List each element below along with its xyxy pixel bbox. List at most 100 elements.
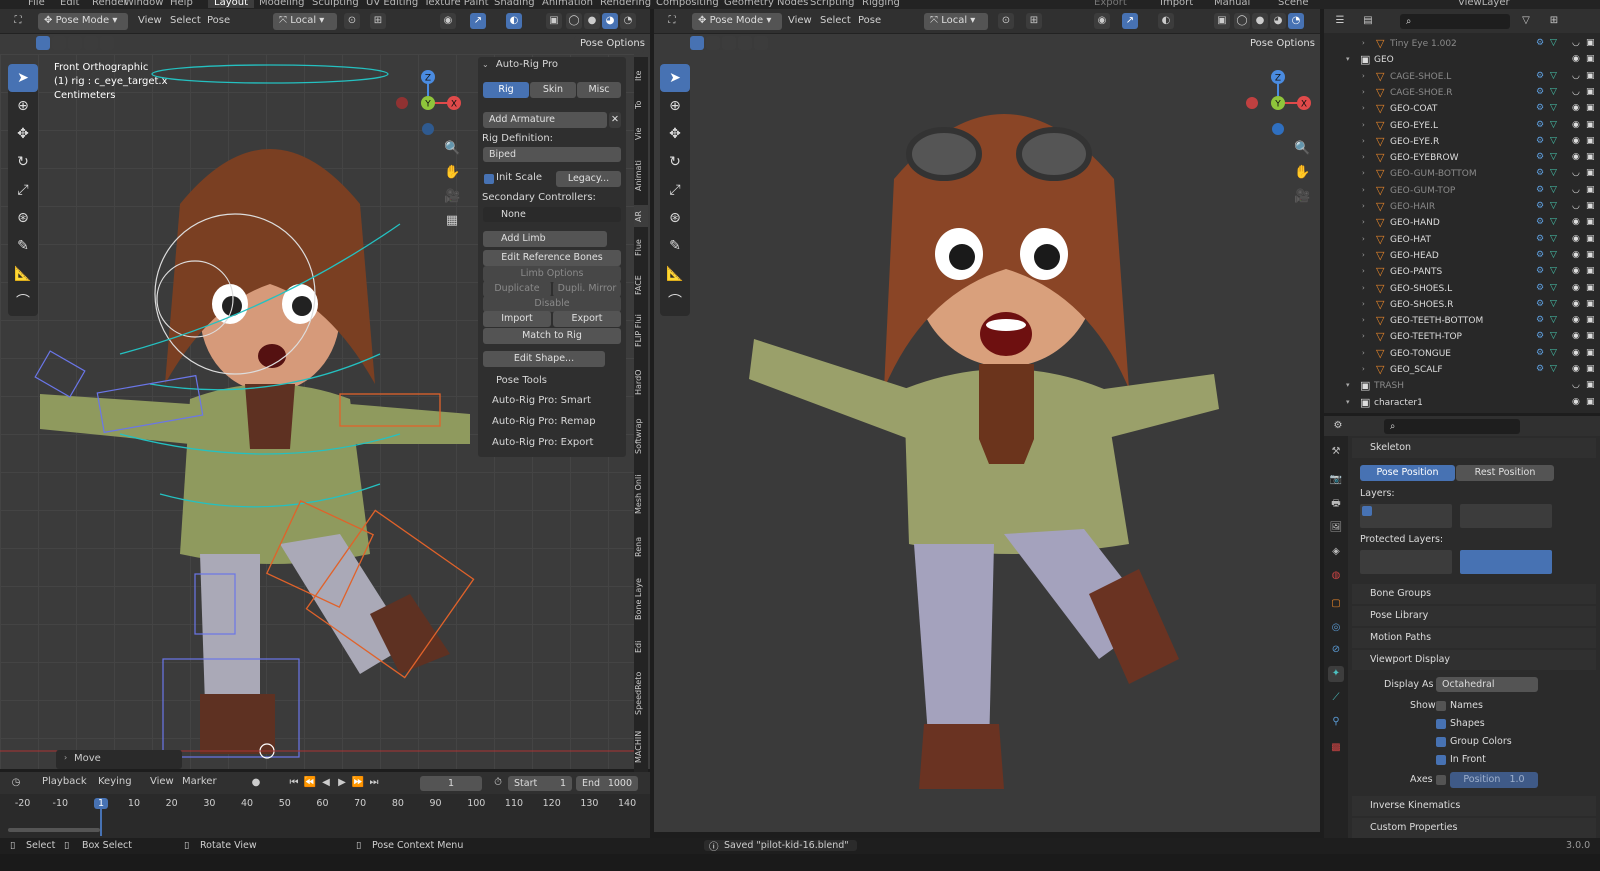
expand-triangle-icon[interactable]: ▾ bbox=[1346, 398, 1350, 406]
init-scale-checkbox[interactable] bbox=[484, 174, 494, 184]
camera-render-icon[interactable]: ▣ bbox=[1586, 168, 1595, 178]
eye-icon[interactable]: ◉ bbox=[1572, 348, 1580, 358]
cursor-tool-icon[interactable]: ⊕ bbox=[660, 92, 690, 120]
constraints-tab-icon[interactable]: ⊘ bbox=[1328, 642, 1344, 658]
editor-type-icon[interactable]: ⛶ bbox=[10, 13, 26, 29]
tab-machin3[interactable]: MACHIN bbox=[634, 725, 648, 769]
mode-dropdown[interactable]: ✥ Pose Mode ▾ bbox=[38, 13, 128, 30]
expand-triangle-icon[interactable]: › bbox=[1362, 186, 1365, 194]
tab-rendering[interactable]: Rendering bbox=[600, 0, 651, 8]
outliner-row[interactable]: › ▽ GEO-EYE.R ⚙ ▽ ◉ ▣ bbox=[1324, 135, 1600, 151]
shading-material-icon[interactable]: ◕ bbox=[602, 13, 618, 29]
eye-icon[interactable]: ◡ bbox=[1572, 71, 1580, 81]
rotate-tool-icon[interactable]: ↻ bbox=[660, 148, 690, 176]
tab-misc[interactable]: Misc bbox=[577, 82, 621, 98]
record-icon[interactable]: ● bbox=[248, 775, 264, 791]
tab-edit[interactable]: Edi bbox=[634, 633, 648, 661]
expand-triangle-icon[interactable]: › bbox=[1362, 316, 1365, 324]
scale-tool-icon[interactable]: ⤢ bbox=[660, 176, 690, 204]
pose-position-button[interactable]: Pose Position bbox=[1360, 465, 1455, 481]
clock-icon[interactable]: ⏱ bbox=[490, 775, 506, 791]
expand-triangle-icon[interactable]: › bbox=[1362, 169, 1365, 177]
layers-grid-left[interactable] bbox=[1360, 504, 1452, 528]
jump-end-icon[interactable]: ⏭ bbox=[366, 775, 382, 791]
expand-triangle-icon[interactable]: › bbox=[1362, 218, 1365, 226]
duplicate-button[interactable]: Duplicate bbox=[483, 281, 551, 297]
bone-groups-section[interactable]: Bone Groups bbox=[1352, 584, 1596, 604]
snap-icon[interactable]: ⊞ bbox=[1026, 13, 1042, 29]
eye-icon[interactable]: ◉ bbox=[1572, 299, 1580, 309]
eye-icon[interactable]: ◉ bbox=[1572, 331, 1580, 341]
eye-icon[interactable]: ◉ bbox=[1572, 283, 1580, 293]
overlay-icon[interactable]: ◐ bbox=[506, 13, 522, 29]
camera-render-icon[interactable]: ▣ bbox=[1586, 315, 1595, 325]
eye-icon[interactable]: ◡ bbox=[1572, 168, 1580, 178]
outliner-row[interactable]: › ▽ GEO_SCALF ⚙ ▽ ◉ ▣ bbox=[1324, 363, 1600, 379]
tab-flue[interactable]: Flue bbox=[634, 233, 648, 263]
layers-grid-right[interactable] bbox=[1460, 504, 1552, 528]
outliner-row[interactable]: › ▽ GEO-SHOES.L ⚙ ▽ ◉ ▣ bbox=[1324, 282, 1600, 298]
camera-icon[interactable]: 🎥 bbox=[1294, 189, 1310, 205]
add-limb-dropdown[interactable]: Add Limb bbox=[483, 231, 607, 247]
menu-select[interactable]: Select bbox=[170, 15, 201, 26]
menu-pose[interactable]: Pose bbox=[858, 15, 881, 26]
export-button[interactable]: Export bbox=[1094, 0, 1127, 8]
annotate-tool-icon[interactable]: ✎ bbox=[660, 232, 690, 260]
tab-shading[interactable]: Shading bbox=[494, 0, 535, 8]
dupli-mirror-button[interactable]: Dupli. Mirror bbox=[553, 281, 621, 297]
tab-geometry-nodes[interactable]: Geometry Nodes bbox=[724, 0, 808, 8]
properties-editor-icon[interactable]: ⚙ bbox=[1330, 418, 1346, 434]
expand-triangle-icon[interactable]: › bbox=[1362, 235, 1365, 243]
bone-tab-icon[interactable]: ⟋ bbox=[1328, 690, 1344, 706]
eye-icon[interactable]: ◡ bbox=[1572, 38, 1580, 48]
outliner-row[interactable]: ▾ ▣ GEO ◉ ▣ bbox=[1324, 53, 1600, 69]
import-limb-button[interactable]: Import bbox=[483, 311, 551, 327]
expand-triangle-icon[interactable]: ▾ bbox=[1346, 55, 1350, 63]
menu-select[interactable]: Select bbox=[820, 15, 851, 26]
viewlayer-selector[interactable]: ViewLayer bbox=[1458, 0, 1510, 8]
tab-uv-editing[interactable]: UV Editing bbox=[366, 0, 418, 8]
shading-render-icon[interactable]: ◔ bbox=[1288, 13, 1304, 29]
manual-button[interactable]: Manual bbox=[1214, 0, 1250, 8]
expand-triangle-icon[interactable]: › bbox=[1362, 39, 1365, 47]
armature-tab-icon[interactable]: ✦ bbox=[1328, 666, 1344, 682]
tab-item[interactable]: Ite bbox=[634, 63, 648, 89]
expand-triangle-icon[interactable]: › bbox=[1362, 332, 1365, 340]
camera-render-icon[interactable]: ▣ bbox=[1586, 331, 1595, 341]
expand-triangle-icon[interactable]: › bbox=[1362, 88, 1365, 96]
add-armature-dropdown[interactable]: Add Armature bbox=[483, 112, 607, 128]
motion-paths-section[interactable]: Motion Paths bbox=[1352, 628, 1596, 648]
tab-animation[interactable]: Animati bbox=[634, 151, 648, 201]
xray-icon[interactable]: ▣ bbox=[546, 13, 562, 29]
camera-render-icon[interactable]: ▣ bbox=[1586, 380, 1595, 390]
jump-start-icon[interactable]: ⏮ bbox=[286, 775, 302, 791]
expand-triangle-icon[interactable]: › bbox=[1362, 284, 1365, 292]
camera-render-icon[interactable]: ▣ bbox=[1586, 348, 1595, 358]
limb-options-button[interactable]: Limb Options bbox=[483, 266, 621, 282]
bone-tool-icon[interactable]: ⌒ bbox=[660, 288, 690, 316]
visibility-icon[interactable]: ◉ bbox=[440, 13, 456, 29]
object-tab-icon[interactable]: ▢ bbox=[1328, 596, 1344, 612]
outliner-search-input[interactable]: ⌕ bbox=[1400, 14, 1510, 29]
eye-icon[interactable]: ◡ bbox=[1572, 201, 1580, 211]
outliner-row[interactable]: › ▽ GEO-HAND ⚙ ▽ ◉ ▣ bbox=[1324, 216, 1600, 232]
pan-hand-icon[interactable]: ✋ bbox=[444, 165, 460, 181]
expand-triangle-icon[interactable]: ▾ bbox=[1346, 381, 1350, 389]
last-operator-panel[interactable]: › Move bbox=[56, 750, 182, 769]
bone-constraint-tab-icon[interactable]: ⚲ bbox=[1328, 714, 1344, 730]
expand-triangle-icon[interactable]: › bbox=[1362, 349, 1365, 357]
group-colors-checkbox[interactable] bbox=[1436, 737, 1446, 747]
expand-triangle-icon[interactable]: › bbox=[1362, 365, 1365, 373]
expand-triangle-icon[interactable]: › bbox=[1362, 251, 1365, 259]
custom-properties-section[interactable]: Custom Properties bbox=[1352, 818, 1596, 838]
play-reverse-icon[interactable]: ◀ bbox=[318, 775, 334, 791]
transform-tool-icon[interactable]: ⊛ bbox=[660, 204, 690, 232]
mode-dropdown[interactable]: ✥ Pose Mode ▾ bbox=[692, 13, 782, 30]
eye-icon[interactable]: ◉ bbox=[1572, 250, 1580, 260]
camera-render-icon[interactable]: ▣ bbox=[1586, 283, 1595, 293]
camera-render-icon[interactable]: ▣ bbox=[1586, 87, 1595, 97]
expand-triangle-icon[interactable]: › bbox=[1362, 72, 1365, 80]
outliner-row[interactable]: › ▽ GEO-HAT ⚙ ▽ ◉ ▣ bbox=[1324, 233, 1600, 249]
eye-icon[interactable]: ◉ bbox=[1572, 120, 1580, 130]
rig-definition-dropdown[interactable]: Biped bbox=[483, 147, 621, 162]
